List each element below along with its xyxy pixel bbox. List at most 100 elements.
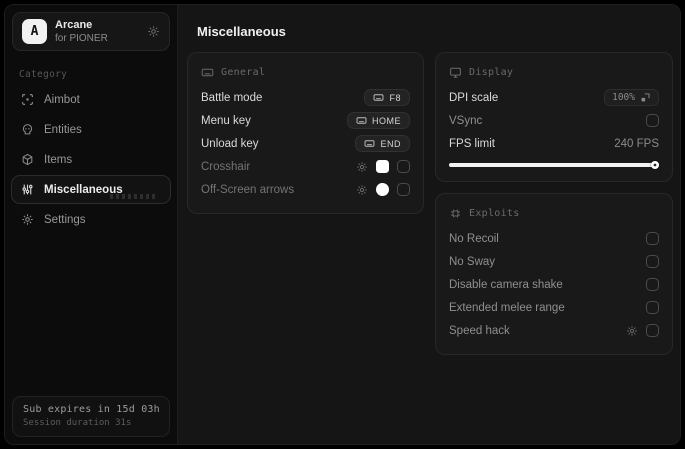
sidebar-item-miscellaneous[interactable]: Miscellaneous <box>11 175 171 205</box>
dpi-scale-label: DPI scale <box>449 91 499 104</box>
main-content: Miscellaneous General Battle mode F8 Men… <box>178 5 680 444</box>
panel-title: Exploits <box>469 208 520 219</box>
window-frame: A Arcane for PIONER Category Aimbot Enti… <box>4 4 681 445</box>
sidebar-item-label: Entities <box>44 123 82 136</box>
app-logo: A <box>22 19 47 45</box>
unload-key-keybind[interactable]: END <box>355 135 410 152</box>
sidebar-item-label: Items <box>44 153 73 166</box>
gear-icon <box>21 213 34 226</box>
extended-melee-range-checkbox[interactable] <box>646 301 659 314</box>
speed-hack-row: Speed hack <box>449 319 659 342</box>
slider-knob[interactable] <box>651 161 659 169</box>
dpi-scale-row: DPI scale 100% <box>449 86 659 109</box>
disable-camera-shake-label: Disable camera shake <box>449 278 563 291</box>
vsync-checkbox[interactable] <box>646 114 659 127</box>
general-panel-header: General <box>201 66 410 79</box>
extended-melee-range-row: Extended melee range <box>449 296 659 319</box>
app-window: A Arcane for PIONER Category Aimbot Enti… <box>0 0 685 449</box>
offscreen-arrows-color-swatch[interactable] <box>376 183 389 196</box>
unload-key-label: Unload key <box>201 137 259 150</box>
resize-icon <box>640 92 651 103</box>
sidebar-item-label: Aimbot <box>44 93 80 106</box>
keybind-value: END <box>380 138 401 149</box>
session-duration-text: Session duration 31s <box>23 418 132 428</box>
crosshair-row: Crosshair <box>201 155 410 178</box>
sidebar-nav: Aimbot Entities Items Miscellaneous Sett… <box>5 85 177 234</box>
no-recoil-label: No Recoil <box>449 232 499 245</box>
monitor-icon <box>449 66 462 79</box>
keyboard-icon <box>373 92 384 103</box>
no-sway-checkbox[interactable] <box>646 255 659 268</box>
sidebar-item-settings[interactable]: Settings <box>11 205 171 234</box>
bug-icon <box>449 207 462 220</box>
fps-limit-slider[interactable] <box>449 161 659 169</box>
gear-icon[interactable] <box>356 184 368 196</box>
display-panel-header: Display <box>449 66 659 79</box>
app-name: Arcane <box>55 19 93 31</box>
keyboard-icon <box>356 115 367 126</box>
speed-hack-label: Speed hack <box>449 324 510 337</box>
right-column: Display DPI scale 100% VSync FPS limit 2… <box>435 52 673 355</box>
battle-mode-keybind[interactable]: F8 <box>364 89 410 106</box>
no-sway-row: No Sway <box>449 250 659 273</box>
panel-title: General <box>221 67 266 78</box>
dpi-scale-value[interactable]: 100% <box>604 89 659 106</box>
fps-limit-row: FPS limit 240 FPS <box>449 132 659 155</box>
category-label: Category <box>19 69 68 81</box>
panels-container: General Battle mode F8 Menu key HOME Unl… <box>187 52 673 355</box>
offscreen-arrows-checkbox[interactable] <box>397 183 410 196</box>
page-title: Miscellaneous <box>197 24 286 39</box>
unload-key-row: Unload key END <box>201 132 410 155</box>
brand-card: A Arcane for PIONER <box>12 12 170 52</box>
offscreen-arrows-label: Off-Screen arrows <box>201 183 295 196</box>
keybind-value: F8 <box>389 92 401 103</box>
menu-key-keybind[interactable]: HOME <box>347 112 410 129</box>
fps-limit-value: 240 FPS <box>614 137 659 150</box>
dpi-value-text: 100% <box>612 92 635 103</box>
crosshair-checkbox[interactable] <box>397 160 410 173</box>
sub-expiry-text: Sub expires in 15d 03h <box>23 404 160 415</box>
battle-mode-label: Battle mode <box>201 91 263 104</box>
fps-limit-label: FPS limit <box>449 137 495 150</box>
keyboard-icon <box>201 66 214 79</box>
crosshair-label: Crosshair <box>201 160 251 173</box>
keyboard-icon <box>364 138 375 149</box>
battle-mode-row: Battle mode F8 <box>201 86 410 109</box>
exploits-panel-header: Exploits <box>449 207 659 220</box>
sidebar-item-entities[interactable]: Entities <box>11 115 171 144</box>
subscription-card: Sub expires in 15d 03h Session duration … <box>12 396 170 437</box>
keybind-value: HOME <box>372 115 401 126</box>
sidebar-item-aimbot[interactable]: Aimbot <box>11 85 171 114</box>
sidebar-item-label: Settings <box>44 213 86 226</box>
disable-camera-shake-row: Disable camera shake <box>449 273 659 296</box>
disable-camera-shake-checkbox[interactable] <box>646 278 659 291</box>
vsync-row: VSync <box>449 109 659 132</box>
speed-hack-checkbox[interactable] <box>646 324 659 337</box>
general-panel: General Battle mode F8 Menu key HOME Unl… <box>187 52 424 214</box>
scan-icon <box>21 93 34 106</box>
no-recoil-row: No Recoil <box>449 227 659 250</box>
selected-item-decoration <box>110 194 158 200</box>
no-sway-label: No Sway <box>449 255 496 268</box>
exploits-panel: Exploits No Recoil No Sway Disable camer… <box>435 193 673 355</box>
gear-icon[interactable] <box>626 325 638 337</box>
crosshair-color-swatch[interactable] <box>376 160 389 173</box>
vsync-label: VSync <box>449 114 483 127</box>
brand-text: Arcane for PIONER <box>55 19 108 44</box>
app-subtitle: for PIONER <box>55 33 108 45</box>
no-recoil-checkbox[interactable] <box>646 232 659 245</box>
sidebar-item-items[interactable]: Items <box>11 145 171 174</box>
offscreen-arrows-row: Off-Screen arrows <box>201 178 410 201</box>
gear-icon[interactable] <box>356 161 368 173</box>
menu-key-row: Menu key HOME <box>201 109 410 132</box>
gear-icon[interactable] <box>147 25 160 38</box>
entities-icon <box>21 123 34 136</box>
extended-melee-range-label: Extended melee range <box>449 301 565 314</box>
items-icon <box>21 153 34 166</box>
slider-track <box>449 163 659 167</box>
panel-title: Display <box>469 67 514 78</box>
menu-key-label: Menu key <box>201 114 251 127</box>
display-panel: Display DPI scale 100% VSync FPS limit 2… <box>435 52 673 182</box>
sidebar: A Arcane for PIONER Category Aimbot Enti… <box>5 5 178 444</box>
sliders-icon <box>21 183 34 196</box>
